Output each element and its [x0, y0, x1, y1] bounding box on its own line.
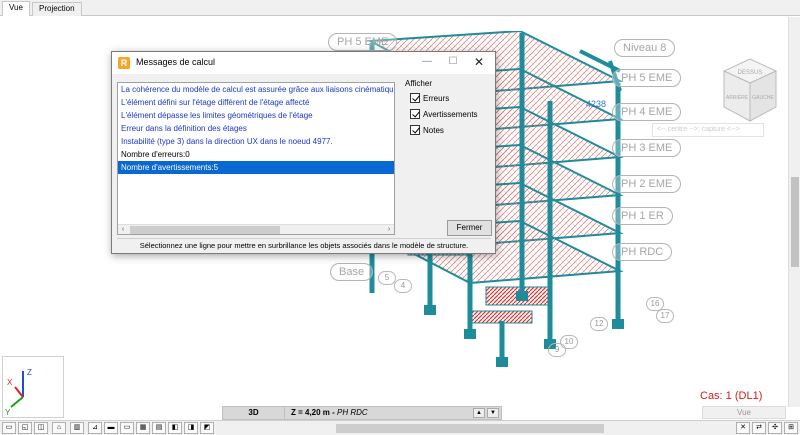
cube-right-label: GAUCHE — [752, 95, 774, 101]
cube-left-label: ARRIÈRE — [726, 94, 749, 101]
message-row-selected[interactable]: Nombre d'avertissements:5 — [118, 161, 394, 174]
list-horizontal-scrollbar[interactable]: ‹ › — [118, 224, 394, 234]
message-row[interactable]: Erreur dans la définition des étages — [118, 122, 394, 135]
level-tag: Niveau 8 — [614, 39, 676, 57]
message-row[interactable]: La cohérence du modèle de calcul est ass… — [118, 83, 394, 96]
toolbar-icon[interactable]: ◨ — [184, 422, 198, 434]
z-level-name: PH RDC — [337, 408, 368, 417]
checkbox-avertissements[interactable]: Avertissements — [410, 109, 478, 121]
node-label: 4 — [394, 279, 412, 293]
node-label: 12 — [590, 317, 608, 331]
node-label: 16 — [646, 297, 664, 311]
messages-list[interactable]: La cohérence du modèle de calcul est ass… — [117, 82, 395, 235]
toolbar-icon[interactable]: ▭ — [2, 422, 16, 434]
level-down-button[interactable]: ▼ — [487, 408, 499, 418]
node-label: 9 — [548, 343, 566, 357]
load-case-label: Cas: 1 (DL1) — [700, 390, 763, 402]
close-button[interactable]: Fermer — [447, 220, 492, 236]
node-number-label: 4238 — [586, 99, 607, 109]
dialog-title: Messages de calcul — [136, 57, 216, 67]
axes-indicator: Z X Y — [2, 356, 64, 418]
toolbar-icon[interactable]: ⊞ — [784, 422, 798, 434]
checkbox-erreurs[interactable]: Erreurs — [410, 93, 449, 105]
node-label: 5 — [378, 271, 396, 285]
vertical-scrollbar[interactable] — [788, 17, 800, 407]
level-tag: PH 5 EME — [328, 33, 398, 51]
tab-projection[interactable]: Projection — [32, 2, 82, 16]
toolbar-icon[interactable]: ✣ — [768, 422, 782, 434]
scroll-left-icon[interactable]: ‹ — [118, 225, 128, 234]
checkbox-label: Avertissements — [423, 110, 478, 119]
node-label: 17 — [656, 309, 674, 323]
capture-hint-field: <-- centre -->; capture <--> — [652, 123, 764, 137]
level-tag: PH 2 EME — [612, 175, 682, 193]
toolbar-icon[interactable]: ◩ — [200, 422, 214, 434]
toolbar-icon[interactable]: ⇄ — [752, 422, 766, 434]
app-logo-icon: R — [118, 57, 130, 69]
horizontal-scrollbar[interactable] — [252, 423, 724, 434]
checkbox-notes[interactable]: Notes — [410, 125, 444, 137]
message-row[interactable]: Instabilité (type 3) dans la direction U… — [118, 135, 394, 148]
message-row[interactable]: L'élément défini sur l'étage différent d… — [118, 96, 394, 109]
scroll-right-icon[interactable]: › — [384, 225, 394, 234]
messages-dialog: R Messages de calcul — ☐ ✕ La cohérence … — [111, 51, 496, 254]
axis-y-label: Y — [5, 408, 11, 417]
axis-x-label: X — [7, 378, 13, 387]
toolbar-icon[interactable]: ◱ — [18, 422, 32, 434]
level-tag: PH RDC — [612, 243, 673, 261]
minimize-icon[interactable]: — — [414, 54, 440, 70]
tab-vue[interactable]: Vue — [2, 1, 30, 16]
axis-z-label: Z — [27, 368, 32, 377]
message-row[interactable]: Nombre d'erreurs:0 — [118, 148, 394, 161]
dialog-hint: Sélectionnez une ligne pour mettre en su… — [117, 238, 491, 252]
toolbar-icon[interactable]: ▦ — [136, 422, 150, 434]
level-tag: PH 1 ER — [612, 207, 673, 225]
message-row[interactable]: L'élément dépasse les limites géométriqu… — [118, 109, 394, 122]
level-tag: Base — [330, 263, 374, 281]
toolbar-icon[interactable]: ▥ — [70, 422, 84, 434]
level-up-button[interactable]: ▲ — [473, 408, 485, 418]
toolbar-icon[interactable]: ◫ — [34, 422, 48, 434]
view-statusbar: 3D Z = 4,20 m - PH RDC ▲ ▼ — [222, 406, 502, 420]
toolbar-icon[interactable]: ◧ — [168, 422, 182, 434]
toolbar-icon[interactable]: ⊿ — [88, 422, 102, 434]
view-tabs: Vue Projection — [0, 0, 800, 16]
close-icon[interactable]: ✕ — [466, 54, 492, 70]
cube-top-label: DESSUS — [738, 70, 763, 76]
view-cube[interactable]: DESSUS ARRIÈRE GAUCHE — [722, 57, 778, 125]
afficher-group-title: Afficher — [405, 79, 432, 88]
toolbar-icon[interactable]: ▭ — [120, 422, 134, 434]
maximize-icon[interactable]: ☐ — [440, 54, 466, 70]
checkbox-label: Notes — [423, 126, 444, 135]
vue-button[interactable]: Vue — [702, 406, 786, 419]
view-mode-label[interactable]: 3D — [223, 407, 285, 419]
level-tag: PH 5 EME — [612, 69, 682, 87]
home-icon[interactable]: ⌂ — [52, 422, 66, 434]
toolbar-icon[interactable]: ▬ — [104, 422, 118, 434]
dialog-titlebar[interactable]: R Messages de calcul — ☐ ✕ — [112, 52, 495, 74]
bottom-toolbar: ▭ ◱ ◫ ⌂ ▥ ⊿ ▬ ▭ ▦ ▤ ◧ ◨ ◩ ✕ ⇄ ✣ ⊞ — [0, 420, 800, 435]
checkbox-label: Erreurs — [423, 94, 450, 103]
z-height-label: Z = 4,20 m - — [291, 408, 335, 417]
level-tag: PH 4 EME — [612, 103, 682, 121]
level-tag: PH 3 EME — [612, 139, 682, 157]
toolbar-icon[interactable]: ▤ — [152, 422, 166, 434]
toolbar-icon[interactable]: ✕ — [736, 422, 750, 434]
